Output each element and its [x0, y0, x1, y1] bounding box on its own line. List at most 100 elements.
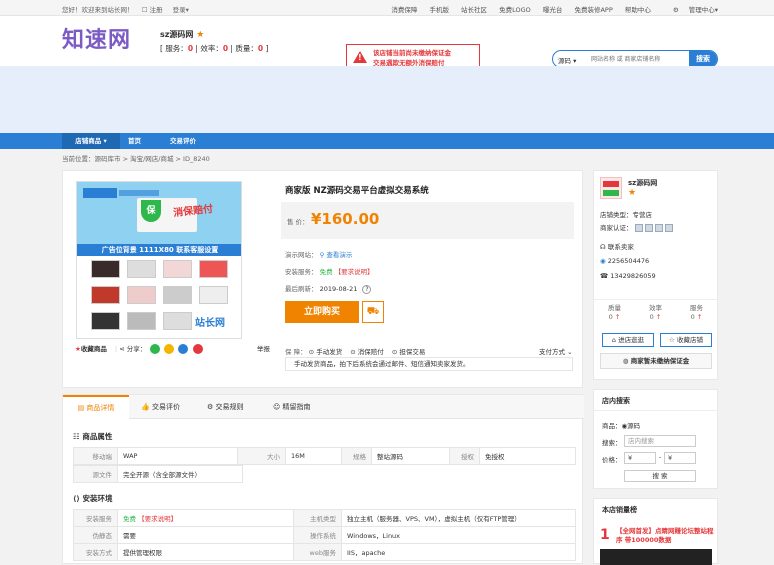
search-input[interactable]: [591, 54, 683, 65]
link-free-logo[interactable]: 免费LOGO: [499, 6, 531, 14]
qzone-icon[interactable]: [164, 344, 175, 354]
no-deposit-badge: ◍ 商家暂未缴纳保证金: [600, 353, 712, 369]
attributes-title: ☷ 商品属性: [73, 432, 113, 441]
seller-scores: 质量 0 ↑ 效率 0 ↑ 服务 0 ↑: [594, 299, 719, 325]
visit-shop-button[interactable]: ⌂ 进店逛逛: [602, 333, 654, 347]
arrow-up-icon: ↑: [614, 313, 621, 321]
breadcrumb: 当前位置：源码库市 > 淘宝/网店/商城 > ID_8240: [62, 155, 210, 163]
report-link[interactable]: 举报: [257, 343, 270, 353]
welcome-text: 您好！欢迎来到站长网！: [62, 6, 134, 14]
watermark: 站长网: [195, 318, 225, 329]
pay-method-dropdown[interactable]: 支付方式 ⌄: [539, 346, 573, 356]
product-title: 商家版 NZ源码交易平台虚拟交易系统: [285, 186, 429, 196]
link-mobile[interactable]: 手机版: [429, 6, 449, 14]
phone-icon: ☎: [600, 272, 609, 280]
arrow-up-icon: ↑: [655, 313, 662, 321]
email-cert-icon: [654, 224, 663, 232]
top-bar: 您好！欢迎来到站长网！ ☐ 注册 登录▾ 消费保障 手机版 站长社区 免费LOG…: [0, 0, 774, 16]
demo-row: 演示网站： ⚲ 查看演示: [285, 251, 353, 259]
sales-ranking: 本店销量榜 1 【全网首发】点睛网赚论坛整站程序 带100000数据: [593, 498, 718, 565]
ranking-item-1[interactable]: 【全网首发】点睛网赚论坛整站程序 带100000数据: [616, 527, 714, 545]
search-button[interactable]: 搜索: [689, 51, 717, 67]
home-icon: ⌂: [611, 336, 617, 344]
contact-seller[interactable]: ☊ 联系卖家: [600, 241, 634, 251]
headset-icon: ☊: [600, 243, 606, 251]
chevron-down-icon: ▾: [185, 6, 189, 14]
updated-row: 最后刷新： 2019-08-21 ?: [285, 283, 372, 294]
info-icon[interactable]: ?: [362, 285, 372, 294]
nav-shop-products[interactable]: 店铺商品 ▾: [62, 133, 120, 149]
qq-icon: ◉: [600, 257, 606, 265]
shop-search-button[interactable]: 搜 索: [624, 470, 696, 482]
seller-name[interactable]: sz源码网 ★: [628, 178, 657, 198]
rules-icon: ⚙: [207, 403, 214, 411]
code-icon: ⟨⟩: [73, 494, 80, 503]
buy-now-button[interactable]: 立即购买: [285, 301, 359, 323]
tab-rules[interactable]: ⚙ 交易规则: [207, 395, 244, 419]
collect-shop-button[interactable]: ☆ 收藏店铺: [660, 333, 712, 347]
seller-phone: ☎ 13429826059: [600, 272, 656, 280]
link-manage[interactable]: ⚙ 管理中心▾: [663, 6, 718, 14]
product-panel: 保 消保赔付 广告位背景 1111X80 联系客服设置 站长网 ★收藏商品 | …: [62, 170, 583, 388]
thumb-icon: 👍: [141, 403, 150, 411]
price-min-input[interactable]: ¥: [624, 452, 656, 464]
register-link[interactable]: 注册: [149, 6, 162, 14]
weibo-icon[interactable]: [192, 344, 203, 354]
nav-home[interactable]: 首页: [128, 133, 141, 149]
qq-icon[interactable]: [178, 344, 189, 354]
product-image[interactable]: 保 消保赔付 广告位背景 1111X80 联系客服设置 站长网: [76, 181, 242, 339]
env-title: ⟨⟩ 安装环境: [73, 494, 113, 503]
link-help[interactable]: 帮助中心: [625, 6, 651, 14]
shield-icon: ◍: [622, 357, 629, 365]
shield-icon: 保: [141, 200, 161, 222]
view-demo-link[interactable]: ⚲ 查看演示: [320, 251, 353, 259]
search-category-select[interactable]: 源码 ▾: [558, 55, 576, 65]
detail-tabs: ▤ 商品详情 👍 交易评价 ⚙ 交易规则 ☺ 精留指南: [63, 395, 584, 420]
arrow-up-icon: ↑: [696, 313, 703, 321]
share-icon: ⋖: [119, 345, 125, 353]
tab-reviews[interactable]: 👍 交易评价: [141, 395, 180, 419]
wechat-icon[interactable]: [150, 344, 161, 354]
login-link[interactable]: 登录: [173, 6, 186, 14]
shop-avatar[interactable]: [600, 177, 622, 199]
top-links: 消费保障 手机版 站长社区 免费LOGO 曝光台 免费装修APP 帮助中心 ⚙ 管…: [381, 4, 718, 14]
tab-guide[interactable]: ☺ 精留指南: [273, 395, 311, 419]
phone-cert-icon: [644, 224, 653, 232]
price-max-input[interactable]: ¥: [664, 452, 696, 464]
nav-reviews[interactable]: 交易评价: [170, 133, 196, 149]
tab-details[interactable]: ▤ 商品详情: [63, 395, 129, 420]
cart-icon[interactable]: ⛟: [362, 301, 384, 323]
link-exposure[interactable]: 曝光台: [543, 6, 563, 14]
install-requirements-link[interactable]: 【要求说明】: [138, 515, 177, 523]
warning-icon: [353, 51, 367, 63]
header: 知速网 sz源码网 ★ [ 服务：0 | 效率：0 | 质量：0 ] 该店铺当前…: [0, 16, 774, 72]
check-icon: ⊙: [308, 348, 315, 356]
shipping-notice: 手动发货商品，拍下后系统会通过邮件、短信通知卖家发货。: [285, 357, 573, 371]
detail-panel: ▤ 商品详情 👍 交易评价 ⚙ 交易规则 ☺ 精留指南 ☷ 商品属性 移动端 WA…: [62, 394, 584, 564]
link-free-app[interactable]: 免费装修APP: [574, 6, 612, 14]
shop-name-header[interactable]: sz源码网 ★: [160, 29, 204, 40]
shop-search-input[interactable]: 店内搜索: [624, 435, 696, 447]
check-icon: ⊙: [350, 348, 356, 356]
shop-stats: [ 服务：0 | 效率：0 | 质量：0 ]: [160, 44, 269, 53]
register-icon: ☐: [141, 6, 148, 14]
banner-ad: [0, 66, 774, 133]
site-logo[interactable]: 知速网: [62, 22, 131, 54]
guarantee-row: 保 障： ⊙ 手动发货 ⊙ 消保赔付 ⊙ 担保交易: [285, 348, 426, 356]
check-icon: ⊙: [391, 348, 398, 356]
efficiency-score: 0: [222, 44, 229, 53]
welcome-area: 您好！欢迎来到站长网！ ☐ 注册 登录▾: [62, 4, 189, 14]
shop-search-panel: 店内搜索 商品：◉源码 搜索： 店内搜索 价格： ¥ - ¥ 搜 索: [593, 389, 719, 489]
product-price: ¥160.00: [311, 210, 380, 228]
link-consumer-protection[interactable]: 消费保障: [391, 6, 417, 14]
seller-qq[interactable]: ◉ 2256504476: [600, 257, 649, 265]
star-icon: ☆: [669, 336, 675, 344]
service-score: 0: [187, 44, 194, 53]
install-requirements-link[interactable]: 【要求说明】: [335, 268, 374, 276]
collect-product-button[interactable]: ★收藏商品: [75, 345, 107, 353]
ranking-thumb[interactable]: [600, 549, 712, 565]
gear-icon: ⚙: [672, 6, 679, 14]
search-icon: ⚲: [319, 251, 325, 259]
guide-icon: ☺: [273, 403, 281, 411]
link-community[interactable]: 站长社区: [461, 6, 487, 14]
